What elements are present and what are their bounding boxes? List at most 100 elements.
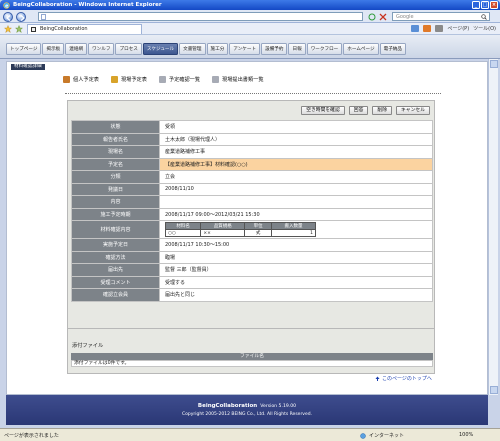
row-materials: 材料確認内容 材料名 品質規格 単位 搬入数量 ○○ ×× 式 1: [71, 220, 433, 239]
materials-cell: ××: [200, 229, 246, 237]
delete-button[interactable]: 削除: [372, 106, 392, 115]
scroll-up-button[interactable]: [490, 60, 498, 68]
minimize-button[interactable]: _: [472, 1, 480, 9]
nav-item[interactable]: 連絡網: [65, 43, 88, 55]
tools-menu[interactable]: ツール(O): [473, 25, 496, 32]
nav-item[interactable]: ワンルフ: [88, 43, 115, 55]
feeds-icon[interactable]: [423, 25, 432, 32]
row-submit-to: 届出先 監督 三郎（監督員）: [71, 263, 433, 277]
nav-item[interactable]: ワークフロー: [306, 43, 343, 55]
value-content: [159, 195, 433, 209]
row-period: 施工予定時期 2008/11/17 09:00～2012/03/21 15:30: [71, 207, 433, 221]
vertical-scrollbar[interactable]: [488, 59, 498, 395]
materials-header: 品質規格: [200, 222, 246, 230]
nav-item[interactable]: トップページ: [6, 43, 42, 55]
arrow-up-icon: [375, 376, 380, 381]
cancel-button[interactable]: キャンセル: [396, 106, 430, 115]
to-top-link[interactable]: このページのトップへ: [375, 375, 432, 382]
nav-item[interactable]: 日報: [288, 43, 306, 55]
check-free-time-button[interactable]: 空き時間を確認: [301, 106, 345, 115]
zoom-level[interactable]: 100%: [459, 432, 473, 438]
brand-name: BeingCollaboration: [197, 403, 258, 409]
label-attendee: 確認立会員: [71, 288, 160, 302]
nav-item[interactable]: ホームページ: [343, 43, 379, 55]
divider: [65, 93, 441, 94]
value-site: 産業道路補修工事: [159, 145, 433, 159]
nav-item[interactable]: 施工分: [206, 43, 229, 55]
docs-icon: [212, 76, 220, 83]
print-icon[interactable]: [435, 25, 444, 32]
page-menu[interactable]: ページ(P): [447, 25, 469, 32]
window-titlebar: e BeingCollaboration - Windows Internet …: [0, 0, 500, 10]
row-reporter: 報告者氏名 土木太郎（現場代理人）: [71, 132, 433, 146]
zone-label: インターネット: [369, 433, 405, 439]
ie-logo-icon: e: [3, 1, 10, 9]
nav-item[interactable]: アンケート: [229, 43, 261, 55]
row-attendee: 確認立会員 届出先と同じ: [71, 288, 433, 302]
materials-table: 材料名 品質規格 単位 搬入数量 ○○ ×× 式 1: [164, 222, 316, 237]
label-content: 内容: [71, 195, 160, 209]
value-schedule: 【産業道路補修工事】材料確認(○○): [159, 157, 433, 171]
link-site-documents[interactable]: 現場提出書類一覧: [212, 76, 264, 83]
quick-links: 個人予定表 現場予定表 予定確認一覧 現場提出書類一覧: [63, 76, 264, 83]
add-favorites-icon[interactable]: [15, 25, 23, 33]
window-title: BeingCollaboration - Windows Internet Ex…: [13, 2, 162, 8]
row-content: 内容: [71, 195, 433, 209]
materials-header: 搬入数量: [271, 222, 316, 230]
url-input[interactable]: [38, 12, 363, 21]
label-period: 施工予定時期: [71, 207, 160, 221]
attachments-empty: 添付ファイルは0件です。: [71, 360, 433, 367]
row-method: 確認方法 臨場: [71, 250, 433, 264]
materials-cell: ○○: [164, 229, 202, 237]
value-report-date: 2008/11/10: [159, 182, 433, 196]
maximize-button[interactable]: □: [481, 1, 489, 9]
nav-item[interactable]: 掲示板: [42, 43, 65, 55]
materials-cell: 1: [271, 229, 316, 237]
refresh-icon[interactable]: [368, 13, 376, 21]
favorites-star-icon[interactable]: [4, 25, 12, 33]
link-site-schedule[interactable]: 現場予定表: [110, 76, 147, 83]
value-comment: 受理する: [159, 275, 433, 289]
version: Version 5.19.00: [260, 404, 297, 409]
search-placeholder: Google: [396, 14, 414, 20]
nav-item[interactable]: プロセス: [115, 43, 142, 55]
globe-icon: [360, 432, 366, 439]
home-icon[interactable]: [411, 25, 420, 32]
materials-header: 材料名: [164, 222, 202, 230]
value-period: 2008/11/17 09:00～2012/03/21 15:30: [159, 207, 433, 221]
forward-button[interactable]: [16, 11, 26, 22]
page-footer: BeingCollaboration Version 5.19.00 Copyri…: [6, 395, 488, 425]
link-schedule-list[interactable]: 予定確認一覧: [158, 76, 200, 83]
stop-icon[interactable]: [379, 13, 387, 21]
reply-button[interactable]: 回答: [348, 106, 369, 115]
row-planned-date: 実施予定日 2008/11/17 10:30～15:00: [71, 238, 433, 252]
label-site: 現場名: [71, 145, 160, 159]
back-button[interactable]: [3, 11, 13, 22]
nav-item[interactable]: 設備予約: [261, 43, 288, 55]
list-icon: [158, 76, 166, 83]
row-category: 分類 立会: [71, 170, 433, 184]
nav-item[interactable]: 文書管理: [179, 43, 206, 55]
tab-bar: BeingCollaboration ページ(P) ツール(O): [0, 23, 500, 35]
search-input[interactable]: Google: [392, 12, 490, 21]
attachments-panel: 添付ファイル ファイル名 添付ファイルは0件です。: [67, 328, 435, 374]
tab-title: BeingCollaboration: [40, 26, 88, 32]
close-button[interactable]: ×: [490, 1, 498, 9]
scroll-down-button[interactable]: [490, 386, 498, 394]
label-reporter: 報告者氏名: [71, 132, 160, 146]
label-method: 確認方法: [71, 250, 160, 264]
link-personal-schedule[interactable]: 個人予定表: [63, 76, 99, 83]
value-method: 臨場: [159, 250, 433, 264]
link-label: 現場提出書類一覧: [222, 77, 264, 83]
copyright: Copyright 2005-2012 BEING Co., Ltd. All …: [181, 412, 313, 417]
search-icon[interactable]: [481, 14, 487, 20]
attachments-title: 添付ファイル: [72, 343, 104, 349]
browser-tab[interactable]: BeingCollaboration: [27, 24, 142, 34]
label-submit-to: 届出先: [71, 263, 160, 277]
label-materials: 材料確認内容: [71, 220, 160, 239]
nav-item[interactable]: 電子納品: [379, 43, 406, 55]
nav-item[interactable]: スケジュール: [142, 43, 179, 55]
nav-strip: トップページ 掲示板 連絡網 ワンルフ プロセス スケジュール 文書管理 施工分 アンケート 設備…: [6, 43, 406, 55]
row-schedule: 予定名 【産業道路補修工事】材料確認(○○): [71, 157, 433, 171]
footer-brand: BeingCollaboration Version 5.19.00: [6, 403, 488, 409]
